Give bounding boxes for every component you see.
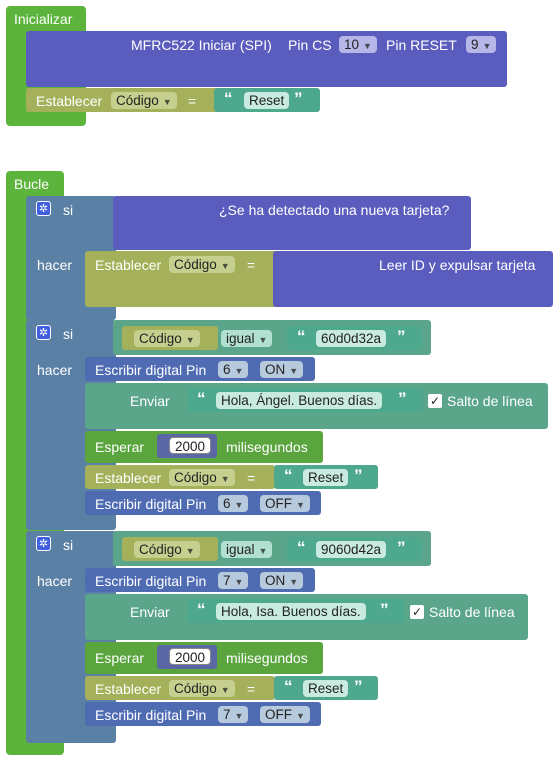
equals-sign: = [247,257,256,273]
quote-icon: ” [397,327,406,346]
equals-sign: = [188,93,197,109]
quote-icon: ” [380,600,389,619]
variable-dropdown[interactable]: Código ▼ [111,92,177,109]
pin-reset-label: Pin RESET [386,37,457,53]
read-id-label: Leer ID y expulsar tarjeta [379,257,536,273]
gear-icon[interactable]: ✲ [36,201,51,216]
dropdown-arrow-icon: ▼ [258,335,268,345]
quote-icon: ” [354,677,363,696]
text-value[interactable]: Reset [303,469,349,486]
write-label: Escribir digital Pin [95,573,207,589]
checkmark-icon[interactable]: ✓ [428,394,442,408]
dropdown-arrow-icon: ▼ [289,366,299,376]
wait-label: Esperar [95,650,145,666]
newline-label: Salto de línea [447,393,533,409]
state-dropdown[interactable]: OFF ▼ [260,495,310,512]
set-label: Establecer [95,257,162,273]
quote-icon: “ [297,538,306,557]
quote-icon: ” [397,538,406,557]
if-label: si [63,202,74,218]
dropdown-arrow-icon: ▼ [289,577,299,587]
state-dropdown[interactable]: OFF ▼ [260,706,310,723]
equals-sign: = [247,681,256,697]
quote-icon: ” [398,389,407,408]
pin-cs-label: Pin CS [288,37,332,53]
pin-dropdown[interactable]: 7 ▼ [218,706,249,723]
set-label: Establecer [95,470,162,486]
ms-label: milisegundos [226,650,308,666]
card-detected-label: ¿Se ha detectado una nueva tarjeta? [219,202,450,218]
wait-value[interactable]: 2000 [169,437,212,454]
write-label: Escribir digital Pin [95,707,207,723]
do-label: hacer [37,257,73,273]
quote-icon: “ [197,389,206,408]
text-value[interactable]: Hola, Ángel. Buenos días. [216,392,383,409]
text-value[interactable]: Reset [303,680,349,697]
dropdown-arrow-icon: ▼ [363,41,372,51]
quote-icon: ” [354,466,363,485]
dropdown-arrow-icon: ▼ [185,335,195,345]
pin-dropdown[interactable]: 6 ▼ [218,361,249,378]
compare-dropdown[interactable]: igual ▼ [221,541,273,558]
dropdown-arrow-icon: ▼ [220,261,230,271]
dropdown-arrow-icon: ▼ [234,500,244,510]
pin-cs-dropdown[interactable]: 10 ▼ [339,36,377,53]
quote-icon: “ [224,89,233,108]
checkmark-icon[interactable]: ✓ [410,605,424,619]
wait-label: Esperar [95,439,145,455]
ms-label: milisegundos [226,439,308,455]
dropdown-arrow-icon: ▼ [234,577,244,587]
dropdown-arrow-icon: ▼ [258,546,268,556]
text-value[interactable]: Reset [244,92,290,109]
dropdown-arrow-icon: ▼ [162,97,172,107]
do-label: hacer [37,362,73,378]
setup-title: Inicializar [14,11,73,27]
dropdown-arrow-icon: ▼ [296,500,305,510]
set-label: Establecer [36,93,103,109]
pin-dropdown[interactable]: 7 ▼ [218,572,249,589]
write-label: Escribir digital Pin [95,496,207,512]
gear-icon[interactable]: ✲ [36,536,51,551]
dropdown-arrow-icon: ▼ [296,711,305,721]
if-label: si [63,537,74,553]
quote-icon: “ [197,600,206,619]
variable-dropdown[interactable]: Código ▼ [169,256,235,273]
dropdown-arrow-icon: ▼ [234,711,244,721]
do-label: hacer [37,573,73,589]
text-value[interactable]: 60d0d32a [316,330,387,347]
wait-value[interactable]: 2000 [169,648,212,665]
newline-label: Salto de línea [429,604,515,620]
equals-sign: = [247,470,256,486]
quote-icon: ” [294,89,303,108]
set-label: Establecer [95,681,162,697]
quote-icon: “ [284,677,293,696]
pin-dropdown[interactable]: 6 ▼ [218,495,249,512]
dropdown-arrow-icon: ▼ [482,41,492,51]
quote-icon: “ [297,327,306,346]
dropdown-arrow-icon: ▼ [220,685,230,695]
send-label: Enviar [130,604,170,620]
write-label: Escribir digital Pin [95,362,207,378]
pin-reset-dropdown[interactable]: 9 ▼ [466,36,497,53]
text-value[interactable]: Hola, Isa. Buenos días. [216,603,366,620]
rfid-init-label: MFRC522 Iniciar (SPI) [131,37,272,53]
state-dropdown[interactable]: ON ▼ [260,572,304,589]
send-label: Enviar [130,393,170,409]
variable-dropdown[interactable]: Código ▼ [134,541,200,558]
variable-dropdown[interactable]: Código ▼ [169,469,235,486]
dropdown-arrow-icon: ▼ [234,366,244,376]
variable-dropdown[interactable]: Código ▼ [134,330,200,347]
quote-icon: “ [284,466,293,485]
text-value[interactable]: 9060d42a [316,541,387,558]
variable-dropdown[interactable]: Código ▼ [169,680,235,697]
if-label: si [63,326,74,342]
dropdown-arrow-icon: ▼ [220,474,230,484]
loop-title: Bucle [14,176,50,192]
state-dropdown[interactable]: ON ▼ [260,361,304,378]
compare-dropdown[interactable]: igual ▼ [221,330,273,347]
gear-icon[interactable]: ✲ [36,325,51,340]
dropdown-arrow-icon: ▼ [185,546,195,556]
